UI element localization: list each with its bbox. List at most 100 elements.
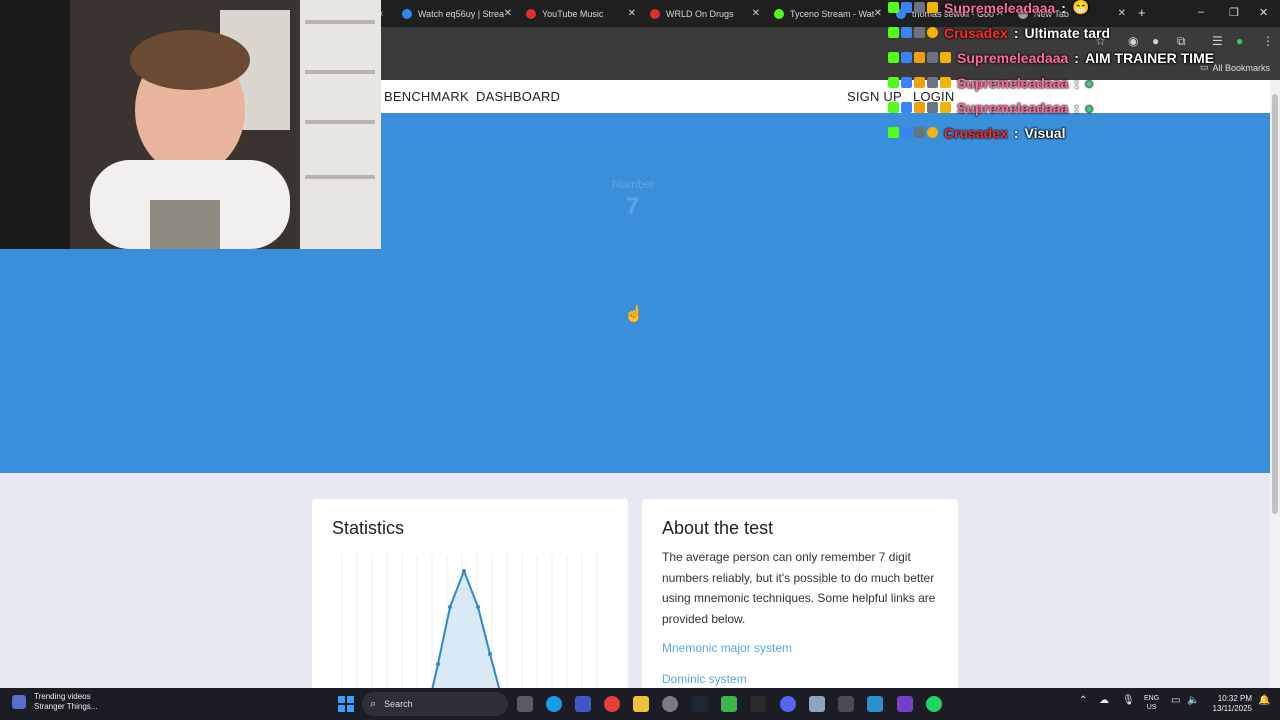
tab-favicon-icon: [526, 8, 536, 19]
epic-games-icon[interactable]: [750, 696, 766, 712]
browser-tab[interactable]: Watch eq56uy | Strea ✕: [396, 0, 518, 27]
minimize-icon[interactable]: –: [1198, 6, 1204, 18]
chat-separator: :: [1061, 0, 1066, 16]
tab-favicon-icon: [402, 8, 412, 19]
chat-separator: :: [1013, 124, 1019, 141]
widget-video-icon: [12, 695, 26, 709]
app-icon[interactable]: [575, 696, 591, 712]
file-explorer-icon[interactable]: [633, 696, 649, 712]
app-icon[interactable]: [897, 696, 913, 712]
nav-dashboard[interactable]: DASHBOARD: [476, 89, 560, 104]
close-window-icon[interactable]: ✕: [1259, 6, 1268, 19]
chat-separator: :: [1074, 49, 1079, 66]
emote-icon: ●: [1084, 99, 1094, 116]
hand-cursor-icon: ☝: [624, 306, 644, 323]
search-icon: ⌕: [370, 697, 377, 710]
store-icon[interactable]: [838, 696, 854, 712]
taskbar-search[interactable]: ⌕ Search: [362, 692, 508, 716]
chat-text: Visual: [1024, 124, 1066, 141]
chevron-up-icon[interactable]: ⌃: [1079, 695, 1087, 706]
discord-icon[interactable]: [780, 696, 796, 712]
new-tab-icon[interactable]: +: [1138, 5, 1146, 20]
chat-message: Supremeleadaaa : 😁: [888, 0, 1089, 20]
language-indicator[interactable]: ENG US: [1144, 694, 1159, 712]
volume-icon[interactable]: 🔈: [1187, 695, 1199, 706]
badge-icon: [901, 102, 912, 113]
spotify-icon[interactable]: [926, 696, 942, 712]
link-major-system[interactable]: Mnemonic major system: [662, 641, 792, 655]
chat-text: Ultimate tard: [1024, 24, 1111, 41]
page-scrollbar[interactable]: [1270, 80, 1280, 688]
settings-gear-icon[interactable]: [809, 696, 825, 712]
kick-badge-icon: [888, 127, 899, 138]
kick-badge-icon: [888, 52, 899, 63]
notification-icon[interactable]: 🔔: [1258, 695, 1270, 706]
cloud-icon[interactable]: ☁: [1099, 695, 1109, 706]
scrollbar-thumb[interactable]: [1272, 94, 1278, 514]
about-text: The average person can only remember 7 d…: [662, 550, 936, 626]
widgets-button[interactable]: Trending videos Stranger Things...: [12, 692, 97, 712]
app-icon[interactable]: [662, 696, 678, 712]
link-dominic-system[interactable]: Dominic system: [662, 672, 747, 686]
edge-icon[interactable]: [546, 696, 562, 712]
badge-icon: [914, 27, 925, 38]
xbox-icon[interactable]: [721, 696, 737, 712]
task-view-icon[interactable]: [517, 696, 533, 712]
tab-favicon-icon: [774, 8, 784, 19]
badge-icon: [914, 102, 925, 113]
tab-title: WRLD On Drugs: [666, 8, 734, 19]
crown-badge-icon: [940, 102, 951, 113]
app-icon[interactable]: [867, 696, 883, 712]
chat-separator: :: [1074, 74, 1079, 91]
browser-tab[interactable]: WRLD On Drugs ✕: [644, 0, 766, 27]
about-title: About the test: [662, 518, 774, 538]
system-clock[interactable]: 10:32 PM 13/11/2025: [1206, 694, 1252, 714]
distribution-chart: [341, 554, 598, 699]
kick-badge-icon: [888, 27, 899, 38]
kick-badge-icon: [888, 2, 899, 13]
badge-icon: [927, 102, 938, 113]
badge-icon: [914, 52, 925, 63]
network-icon[interactable]: ▭: [1171, 695, 1180, 706]
emote-icon: 😁: [1071, 0, 1090, 15]
number-value: 7: [626, 193, 640, 220]
close-icon[interactable]: ✕: [874, 8, 882, 19]
close-icon[interactable]: ✕: [1118, 8, 1126, 19]
close-icon[interactable]: ✕: [628, 8, 636, 19]
tab-title: YouTube Music: [542, 8, 604, 19]
crown-badge-icon: [927, 2, 938, 13]
chrome-icon[interactable]: [604, 696, 620, 712]
more-menu-icon[interactable]: ⋮: [1262, 34, 1274, 48]
chat-separator: :: [1013, 24, 1019, 41]
kick-badge-icon: [888, 102, 899, 113]
all-bookmarks-label: All Bookmarks: [1212, 62, 1270, 73]
clock-time: 10:32 PM: [1217, 694, 1252, 703]
browser-tab[interactable]: YouTube Music ✕: [520, 0, 642, 27]
windows-taskbar: Trending videos Stranger Things... ⌕ Sea…: [0, 688, 1280, 720]
start-button-icon[interactable]: [338, 696, 354, 712]
chat-username: Supremeleadaaa: [957, 49, 1069, 66]
webcam-overlay: [0, 0, 381, 249]
steam-icon[interactable]: [692, 696, 708, 712]
chat-username: Supremeleadaaa: [957, 99, 1069, 116]
close-icon[interactable]: ✕: [752, 8, 760, 19]
chat-username: Crusadex: [944, 124, 1008, 141]
badge-icon: [901, 2, 912, 13]
restore-icon[interactable]: ❐: [1229, 6, 1239, 19]
crown-badge-icon: [940, 52, 951, 63]
close-icon[interactable]: ✕: [504, 8, 512, 19]
search-label: Search: [384, 699, 413, 709]
browser-tab[interactable]: Tyceno Stream - Wat ✕: [768, 0, 888, 27]
badge-icon: [901, 127, 912, 138]
nav-benchmark[interactable]: BENCHMARK: [384, 89, 469, 104]
chat-message: Crusadex : Ultimate tard: [888, 20, 1110, 45]
language-label: ENG: [1144, 695, 1160, 702]
widget-title: Trending videos: [34, 692, 91, 701]
microphone-icon[interactable]: 🎙: [1122, 695, 1135, 706]
chat-message: Supremeleadaaa : ●: [888, 70, 1093, 95]
badge-icon: [914, 127, 925, 138]
profile-avatar-icon[interactable]: ●: [1236, 34, 1243, 48]
chat-username: Crusadex: [944, 24, 1008, 41]
badge-icon: [914, 77, 925, 88]
badge-icon: [927, 52, 938, 63]
